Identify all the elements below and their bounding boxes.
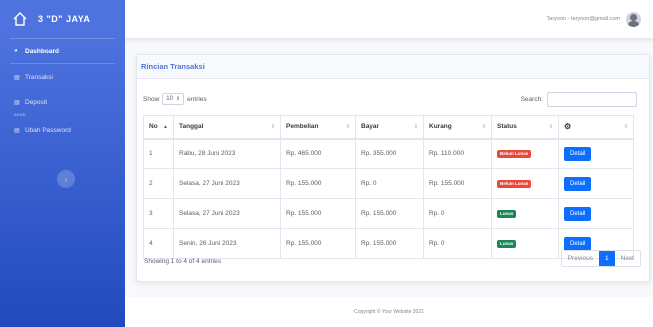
cell-bayar: Rp. 0 — [355, 168, 424, 199]
cell-tanggal: Rabu, 28 Juni 2023 — [173, 138, 281, 169]
card-title: Rincian Transaksi — [141, 62, 205, 71]
column-header-actions[interactable]: ⚙ ⇕ — [558, 115, 634, 140]
cell-pembelian: Rp. 155.000 — [280, 198, 356, 229]
transactions-card: Rincian Transaksi Show 10 ⇕ entries Sear… — [136, 54, 650, 282]
sidebar-item-label: Ubah Password — [25, 126, 71, 134]
column-header-no[interactable]: No ▲ — [143, 115, 174, 140]
sort-icon: ⇕ — [481, 124, 486, 130]
cell-no: 2 — [143, 168, 174, 199]
chevron-left-icon: ‹ — [64, 174, 68, 184]
table-row: 2 Selasa, 27 Juni 2023 Rp. 155.000 Rp. 0… — [143, 168, 634, 199]
sidebar-item-dashboard[interactable]: ◕ Dashboard — [0, 39, 125, 63]
cell-no: 3 — [143, 198, 174, 229]
column-header-bayar[interactable]: Bayar ⇕ — [355, 115, 424, 140]
sidebar-item-ubah-password[interactable]: ▤ Ubah Password — [0, 120, 125, 140]
search-control: Search: — [520, 91, 637, 107]
cell-tanggal: Selasa, 27 Juni 2023 — [173, 168, 281, 199]
status-badge: Lunas — [497, 239, 517, 248]
cell-pembelian: Rp. 155.000 — [280, 228, 356, 259]
detail-button[interactable]: Detail — [564, 236, 592, 251]
search-label: Search: — [520, 95, 543, 103]
page-1-button[interactable]: 1 — [599, 251, 615, 266]
cell-bayar: Rp. 355.000 — [355, 138, 424, 169]
gauge-icon: ◕ — [14, 48, 18, 54]
detail-button[interactable]: Detail — [564, 176, 592, 191]
table-header-row: No ▲ Tanggal ⇕ Pembelian ⇕ Bayar ⇕ Kurang ⇕ S… — [143, 115, 634, 140]
sidebar: 3 "D" JAYA ◕ Dashboard ▤ Transaksi ▤ Dep… — [0, 0, 125, 327]
search-input[interactable] — [547, 91, 637, 107]
sidebar-toggle-button[interactable]: ‹ — [57, 170, 75, 188]
sort-asc-icon: ▲ — [163, 124, 168, 130]
sort-icon: ⇕ — [345, 124, 350, 130]
topbar: Taryoon - taryoon@gmail.com — [125, 0, 653, 38]
cell-action: Detail — [558, 198, 634, 229]
status-badge: Belum Lunas — [497, 149, 532, 158]
cell-tanggal: Senin, 26 Juni 2023 — [173, 228, 281, 259]
page-length-value: 10 — [166, 96, 173, 102]
copyright-text: Copyright © Your Website 2021 — [354, 309, 424, 315]
cell-no: 4 — [143, 228, 174, 259]
next-button[interactable]: Next — [615, 251, 640, 266]
card-header: Rincian Transaksi — [137, 55, 649, 79]
pagination: Previous 1 Next — [560, 250, 641, 267]
house-outline-icon — [13, 12, 27, 26]
gear-icon: ⚙ — [564, 122, 572, 132]
cell-action: Detail — [558, 168, 634, 199]
sort-icon: ⇕ — [623, 124, 628, 130]
cell-pembelian: Rp. 465.000 — [280, 138, 356, 169]
cell-status: Lunas — [491, 198, 559, 229]
sidebar-divider — [10, 63, 115, 64]
column-header-status[interactable]: Status ⇕ — [491, 115, 559, 140]
show-label: Show — [143, 95, 160, 103]
avatar[interactable] — [626, 11, 641, 27]
page-length-control: Show 10 ⇕ entries — [143, 93, 207, 105]
user-email[interactable]: Taryoon - taryoon@gmail.com — [547, 16, 620, 22]
status-badge: Belum Lunas — [497, 179, 532, 188]
cell-kurang: Rp. 110.000 — [423, 138, 492, 169]
cell-action: Detail — [558, 138, 634, 169]
sort-icon: ⇕ — [413, 124, 418, 130]
cell-status: Belum Lunas — [491, 168, 559, 199]
cell-no: 1 — [143, 138, 174, 169]
cell-kurang: Rp. 155.000 — [423, 168, 492, 199]
table-row: 1 Rabu, 28 Juni 2023 Rp. 465.000 Rp. 355… — [143, 138, 634, 169]
cell-kurang: Rp. 0 — [423, 228, 492, 259]
table-info: Showing 1 to 4 of 4 entries — [144, 258, 221, 265]
sidebar-heading-akun: AKUN — [14, 112, 26, 117]
sidebar-item-deposit[interactable]: ▤ Deposit — [0, 92, 125, 112]
updown-icon: ⇕ — [175, 96, 181, 102]
document-icon: ▤ — [14, 127, 20, 134]
document-icon: ▤ — [14, 74, 20, 81]
cell-kurang: Rp. 0 — [423, 198, 492, 229]
detail-button[interactable]: Detail — [564, 206, 592, 221]
cell-tanggal: Selasa, 27 Juni 2023 — [173, 198, 281, 229]
cell-status: Lunas — [491, 228, 559, 259]
sort-icon: ⇕ — [270, 124, 275, 130]
table-row: 3 Selasa, 27 Juni 2023 Rp. 155.000 Rp. 1… — [143, 198, 634, 229]
column-header-kurang[interactable]: Kurang ⇕ — [423, 115, 492, 140]
status-badge: Lunas — [497, 209, 517, 218]
brand-name: 3 "D" JAYA — [38, 14, 91, 24]
entries-label: entries — [187, 95, 207, 103]
table-controls: Show 10 ⇕ entries Search: — [143, 91, 637, 107]
cell-bayar: Rp. 155.000 — [355, 228, 424, 259]
cell-pembelian: Rp. 155.000 — [280, 168, 356, 199]
sidebar-item-label: Deposit — [25, 98, 48, 106]
document-icon: ▤ — [14, 99, 20, 106]
previous-button[interactable]: Previous — [562, 251, 599, 266]
sort-icon: ⇕ — [548, 124, 553, 130]
page-length-select[interactable]: 10 ⇕ — [162, 93, 185, 105]
cell-status: Belum Lunas — [491, 138, 559, 169]
sidebar-item-transaksi[interactable]: ▤ Transaksi — [0, 66, 125, 88]
sidebar-item-label: Dashboard — [25, 47, 59, 55]
cell-bayar: Rp. 155.000 — [355, 198, 424, 229]
column-header-tanggal[interactable]: Tanggal ⇕ — [173, 115, 281, 140]
transactions-table: No ▲ Tanggal ⇕ Pembelian ⇕ Bayar ⇕ Kurang ⇕ S… — [143, 115, 634, 259]
brand[interactable]: 3 "D" JAYA — [0, 0, 125, 38]
column-header-pembelian[interactable]: Pembelian ⇕ — [280, 115, 356, 140]
footer: Copyright © Your Website 2021 — [125, 297, 653, 327]
detail-button[interactable]: Detail — [564, 146, 592, 161]
sidebar-item-label: Transaksi — [25, 73, 53, 81]
